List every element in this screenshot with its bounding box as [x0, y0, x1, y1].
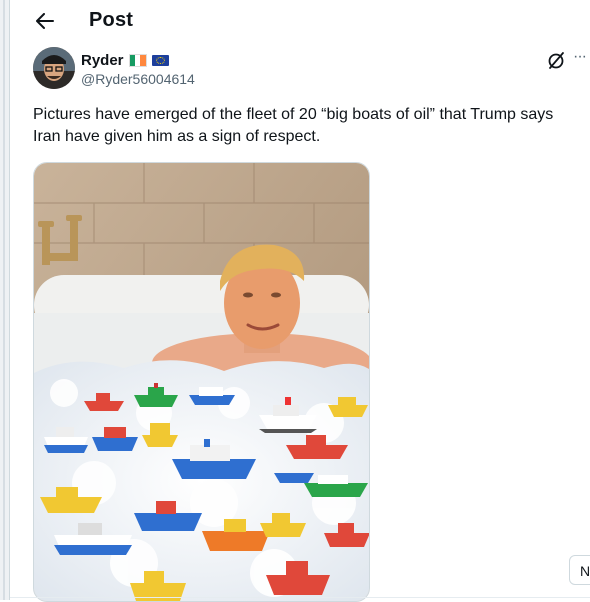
flag-ireland-icon — [128, 53, 147, 67]
arrow-left-icon — [36, 13, 54, 29]
author-name[interactable]: Ryder — [81, 52, 124, 69]
post-image[interactable] — [33, 162, 370, 602]
more-dots-icon[interactable]: ··· — [573, 49, 590, 70]
divider — [10, 597, 590, 598]
side-button[interactable]: N — [569, 555, 590, 585]
author-row: Ryder — [81, 50, 169, 70]
left-rail — [0, 0, 10, 600]
post-text: Pictures have emerged of the fleet of 20… — [33, 106, 554, 145]
avatar[interactable] — [33, 47, 75, 89]
author-handle[interactable]: @Ryder56004614 — [81, 71, 195, 87]
flag-eu-icon — [151, 54, 169, 66]
post-header: Post — [10, 0, 590, 42]
back-button[interactable] — [30, 6, 60, 36]
page-title: Post — [89, 9, 134, 31]
grok-icon[interactable] — [547, 50, 567, 70]
